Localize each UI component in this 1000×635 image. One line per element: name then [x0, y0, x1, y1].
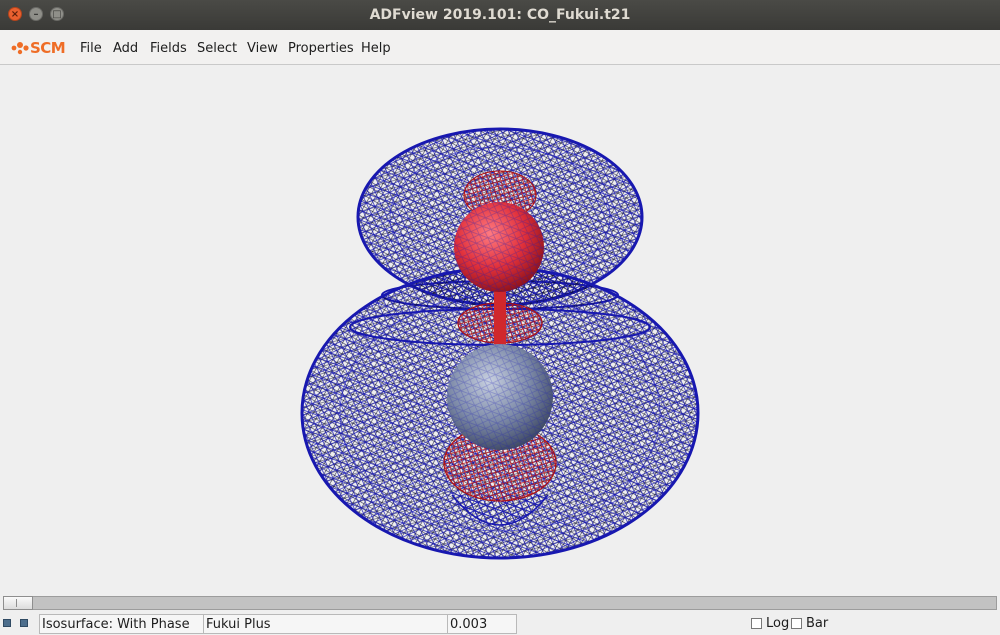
panel-toggle-icon[interactable]	[20, 619, 28, 627]
status-bar: Isosurface: With Phase Fukui Plus 0.003 …	[0, 613, 1000, 635]
field-name-field[interactable]: Fukui Plus	[203, 614, 449, 634]
isosurface-mode-field[interactable]: Isosurface: With Phase	[39, 614, 204, 634]
menu-help[interactable]: Help	[361, 41, 391, 56]
scrollbar-track[interactable]	[3, 596, 997, 610]
bar-label: Bar	[806, 616, 829, 631]
minimize-window-icon[interactable]: –	[29, 7, 43, 21]
isosurface-scene[interactable]	[0, 65, 1000, 593]
menu-select[interactable]: Select	[197, 41, 237, 56]
maximize-window-icon[interactable]: □	[50, 7, 64, 21]
menu-bar: SCM File Add Fields Select View Properti…	[0, 30, 1000, 65]
horizontal-scrollbar[interactable]	[0, 593, 1000, 613]
scrollbar-thumb[interactable]	[3, 596, 33, 610]
menu-fields[interactable]: Fields	[150, 41, 187, 56]
isovalue-input[interactable]: 0.003	[447, 614, 517, 634]
title-bar[interactable]: ADFview 2019.101: CO_Fukui.t21 × – □	[0, 0, 1000, 30]
scm-logo-text: SCM	[30, 39, 66, 57]
menu-add[interactable]: Add	[113, 41, 138, 56]
scm-logo-icon	[11, 42, 29, 55]
menu-file[interactable]: File	[80, 41, 102, 56]
molecule-viewport[interactable]	[0, 65, 1000, 593]
menu-properties[interactable]: Properties	[288, 41, 354, 56]
panel-toggle-icon[interactable]	[3, 619, 11, 627]
bar-checkbox[interactable]	[791, 618, 802, 629]
menu-view[interactable]: View	[247, 41, 278, 56]
log-label: Log	[766, 616, 790, 631]
window-title: ADFview 2019.101: CO_Fukui.t21	[369, 7, 631, 23]
log-checkbox[interactable]	[751, 618, 762, 629]
close-window-icon[interactable]: ×	[8, 7, 22, 21]
